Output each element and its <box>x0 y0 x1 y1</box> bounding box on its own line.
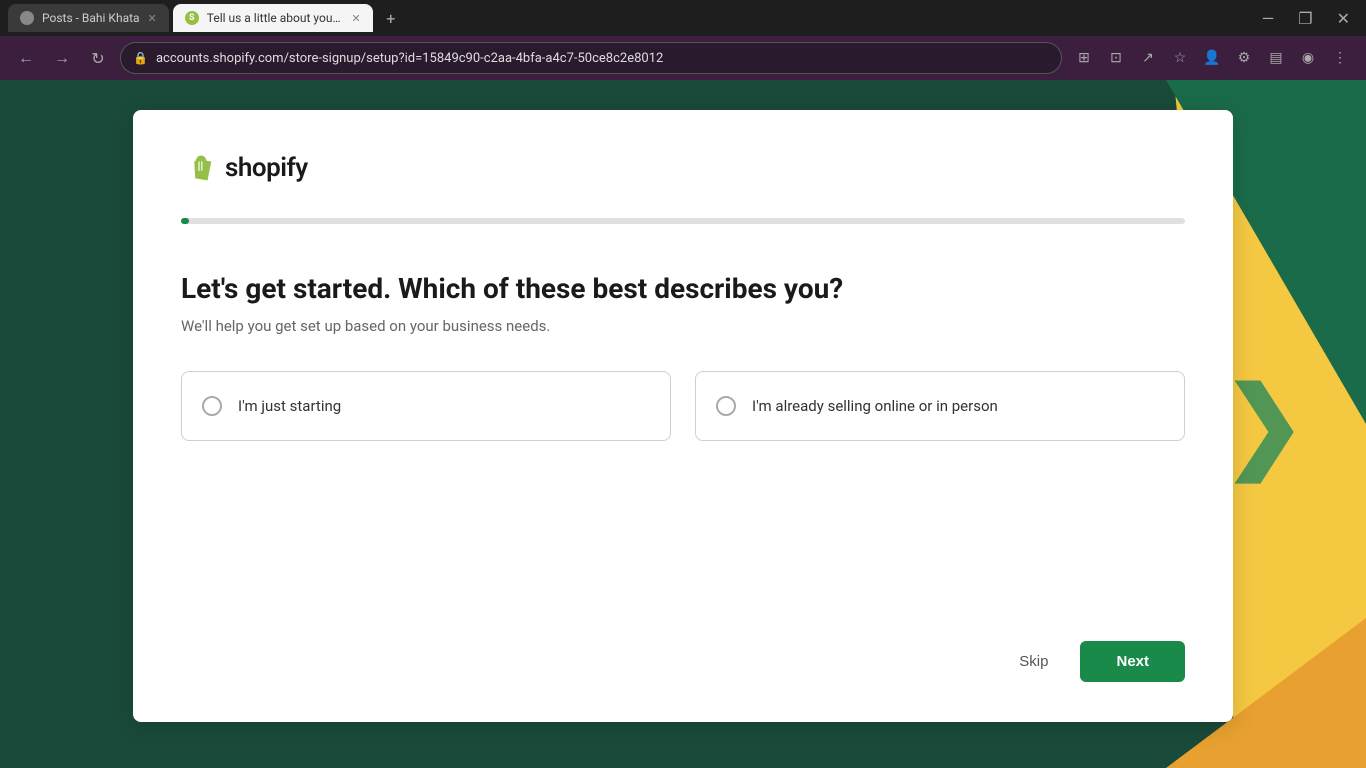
title-bar: Posts - Bahi Khata ✕ S Tell us a little … <box>0 0 1366 36</box>
shopify-logo: shopify <box>181 150 1185 186</box>
menu-icon[interactable]: ⋮ <box>1326 44 1354 72</box>
shopify-wordmark: shopify <box>225 153 308 183</box>
tab1-favicon <box>20 11 34 25</box>
close-window-button[interactable]: ✕ <box>1329 5 1358 32</box>
profile-icon[interactable]: 👤 <box>1198 44 1226 72</box>
address-bar[interactable]: 🔒 accounts.shopify.com/store-signup/setu… <box>120 42 1062 74</box>
option1-radio[interactable] <box>202 396 222 416</box>
back-button[interactable]: ← <box>12 44 40 72</box>
tab-posts-bahi-khata[interactable]: Posts - Bahi Khata ✕ <box>8 4 169 32</box>
option2-label: I'm already selling online or in person <box>752 397 998 415</box>
tab2-favicon: S <box>185 11 199 25</box>
question-title: Let's get started. Which of these best d… <box>181 272 1185 305</box>
progress-bar-fill <box>181 218 189 224</box>
shopify-bag-icon <box>181 150 217 186</box>
lock-icon: 🔒 <box>133 51 148 65</box>
browser-toolbar: ← → ↻ 🔒 accounts.shopify.com/store-signu… <box>0 36 1366 80</box>
tab1-label: Posts - Bahi Khata <box>42 11 140 25</box>
toolbar-icons: ⊞ ⊡ ↗ ☆ 👤 ⚙ ▤ ◉ ⋮ <box>1070 44 1354 72</box>
question-subtitle: We'll help you get set up based on your … <box>181 317 1185 335</box>
option1-label: I'm just starting <box>238 397 341 415</box>
page-wrapper: ❯ shopify Let's get started. Which of th… <box>0 80 1366 768</box>
options-row: I'm just starting I'm already selling on… <box>181 371 1185 441</box>
option-just-starting[interactable]: I'm just starting <box>181 371 671 441</box>
new-tab-button[interactable]: + <box>377 4 405 32</box>
option2-radio[interactable] <box>716 396 736 416</box>
skip-button[interactable]: Skip <box>1003 643 1064 680</box>
layout-icon[interactable]: ▤ <box>1262 44 1290 72</box>
browser-chrome: Posts - Bahi Khata ✕ S Tell us a little … <box>0 0 1366 80</box>
account-avatar[interactable]: ◉ <box>1294 44 1322 72</box>
progress-bar-container <box>181 218 1185 224</box>
tab1-close-icon[interactable]: ✕ <box>148 12 157 25</box>
bottom-actions: Skip Next <box>181 641 1185 682</box>
reload-button[interactable]: ↻ <box>84 44 112 72</box>
extension-icon1[interactable]: ⊡ <box>1102 44 1130 72</box>
extensions-icon[interactable]: ⚙ <box>1230 44 1258 72</box>
forward-button[interactable]: → <box>48 44 76 72</box>
share-icon[interactable]: ↗ <box>1134 44 1162 72</box>
option-already-selling[interactable]: I'm already selling online or in person <box>695 371 1185 441</box>
tab2-close-icon[interactable]: ✕ <box>352 12 361 25</box>
next-button[interactable]: Next <box>1080 641 1185 682</box>
url-text: accounts.shopify.com/store-signup/setup?… <box>156 51 663 66</box>
tab2-label: Tell us a little about yourself — S <box>207 11 344 25</box>
minimize-button[interactable]: — <box>1254 5 1283 32</box>
window-controls: — ❐ ✕ <box>1254 5 1358 32</box>
tab-shopify-setup[interactable]: S Tell us a little about yourself — S ✕ <box>173 4 373 32</box>
translate-icon[interactable]: ⊞ <box>1070 44 1098 72</box>
signup-card: shopify Let's get started. Which of thes… <box>133 110 1233 722</box>
maximize-button[interactable]: ❐ <box>1290 5 1320 32</box>
new-tab-icon: + <box>386 9 395 28</box>
chevron-decoration: ❯ <box>1222 365 1306 483</box>
bookmark-icon[interactable]: ☆ <box>1166 44 1194 72</box>
